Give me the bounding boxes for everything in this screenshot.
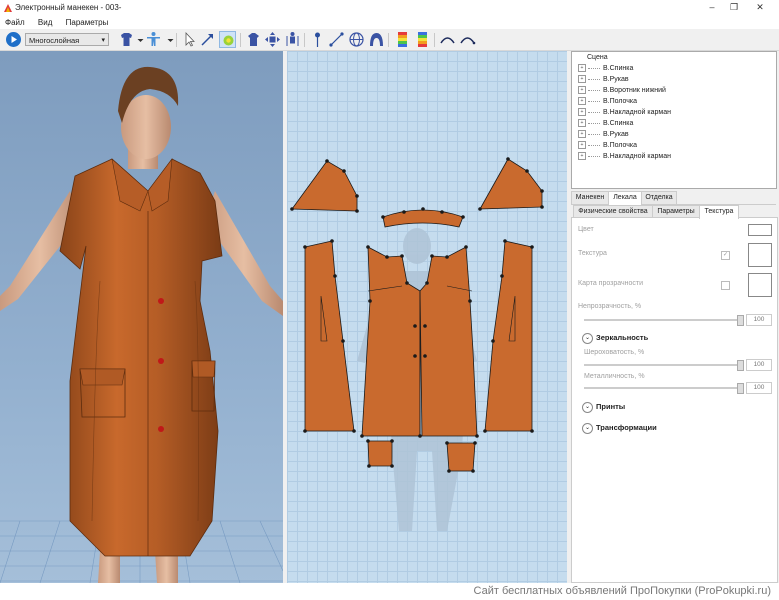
tree-item[interactable]: + В.Спинка xyxy=(578,63,633,74)
texture-label: Текстура xyxy=(578,250,607,257)
chevron-down-icon[interactable] xyxy=(132,31,144,48)
roughness-label: Шероховатость, % xyxy=(584,349,645,356)
expand-icon[interactable]: + xyxy=(578,75,586,84)
play-icon[interactable] xyxy=(5,31,22,48)
pattern-editor[interactable] xyxy=(287,51,567,583)
metallic-slider-thumb[interactable] xyxy=(737,383,744,394)
color-bar-2-icon[interactable] xyxy=(414,31,431,48)
chevron-down-icon: ⌄ xyxy=(582,422,593,434)
pattern-pieces xyxy=(291,158,543,472)
figure-icon[interactable] xyxy=(284,31,301,48)
mode-select[interactable]: Многослойная ▾ xyxy=(25,33,109,46)
opacity-value[interactable]: 100 xyxy=(746,314,772,326)
roughness-slider-thumb[interactable] xyxy=(737,360,744,371)
opacity-slider-thumb[interactable] xyxy=(737,315,744,326)
tree-item[interactable]: + В.Рукав xyxy=(578,129,629,140)
expand-icon[interactable]: + xyxy=(578,141,586,150)
opacity-slider[interactable] xyxy=(584,319,739,321)
tab-finishing[interactable]: Отделка xyxy=(641,191,677,204)
garment-front-icon[interactable] xyxy=(245,31,262,48)
opacity-label: Непрозрачность, % xyxy=(578,303,642,310)
pin-icon[interactable] xyxy=(309,31,326,48)
color-bar-icon[interactable] xyxy=(394,31,411,48)
tree-item[interactable]: + В.Накладной карман xyxy=(578,151,671,162)
arc-left-icon[interactable] xyxy=(439,31,456,48)
color-swatch[interactable] xyxy=(748,224,772,236)
title-bar: Электронный манекен - 003- – ❐ ✕ xyxy=(0,0,779,17)
tree-item[interactable]: + В.Полочка xyxy=(578,140,637,151)
expand-icon[interactable]: + xyxy=(578,108,586,117)
menu-file[interactable]: Файл xyxy=(5,16,25,29)
menu-bar: Файл Вид Параметры xyxy=(0,16,779,29)
expand-icon[interactable]: + xyxy=(578,119,586,128)
arc-right-icon[interactable] xyxy=(459,31,476,48)
tree-item[interactable]: + В.Накладной карман xyxy=(578,107,671,118)
tree-item[interactable]: + В.Воротник нижний xyxy=(578,85,666,96)
tab-texture[interactable]: Текстура xyxy=(699,205,739,219)
close-icon[interactable]: ✕ xyxy=(752,2,768,14)
chevron-down-icon[interactable] xyxy=(162,31,174,48)
arrow-tool-icon[interactable] xyxy=(199,31,216,48)
menu-view[interactable]: Вид xyxy=(38,16,52,29)
metallic-slider[interactable] xyxy=(584,387,739,389)
gear-flower-icon[interactable] xyxy=(219,31,236,48)
chevron-down-icon: ⌄ xyxy=(582,401,593,413)
toolbar-separator xyxy=(388,33,389,47)
color-label: Цвет xyxy=(578,226,594,233)
texture-preview[interactable] xyxy=(748,243,772,267)
maximize-icon[interactable]: ❐ xyxy=(726,2,742,14)
garment-move-icon[interactable] xyxy=(264,31,281,48)
transparency-map-preview[interactable] xyxy=(748,273,772,297)
expand-icon[interactable]: + xyxy=(578,152,586,161)
toolbar-separator xyxy=(240,33,241,47)
chevron-down-icon: ⌄ xyxy=(582,332,593,344)
transparency-map-checkbox[interactable] xyxy=(721,281,730,290)
mode-select-value: Многослойная xyxy=(29,36,80,45)
metallic-value[interactable]: 100 xyxy=(746,382,772,394)
toolbar-separator xyxy=(434,33,435,47)
sphere-icon[interactable] xyxy=(348,31,365,48)
roughness-value[interactable]: 100 xyxy=(746,359,772,371)
expand-icon[interactable]: + xyxy=(578,64,586,73)
scene-tree[interactable]: Сцена + В.Спинка + В.Рукав + В.Воротник ниж… xyxy=(571,51,777,189)
expand-icon[interactable]: + xyxy=(578,97,586,106)
properties-panel: Сцена + В.Спинка + В.Рукав + В.Воротник ниж… xyxy=(569,51,779,583)
chevron-down-icon: ▾ xyxy=(101,37,105,44)
transforms-section[interactable]: ⌄ Трансформации xyxy=(582,422,657,434)
toolbar-separator xyxy=(176,33,177,47)
app-icon xyxy=(4,4,12,12)
mannequin-icon[interactable] xyxy=(145,31,162,48)
prints-section[interactable]: ⌄ Принты xyxy=(582,401,625,413)
minimize-icon[interactable]: – xyxy=(704,2,720,14)
metallic-label: Металличность, % xyxy=(584,373,645,380)
footer: Сайт бесплатных объявлений ПроПокупки (P… xyxy=(0,583,779,600)
expand-icon[interactable]: + xyxy=(578,86,586,95)
tree-item[interactable]: + В.Полочка xyxy=(578,96,637,107)
expand-icon[interactable]: + xyxy=(578,130,586,139)
mirror-section[interactable]: ⌄ Зеркальность xyxy=(582,332,648,344)
viewport-3d[interactable] xyxy=(0,51,283,583)
toolbar: Многослойная ▾ xyxy=(0,29,779,51)
mannequin-render xyxy=(0,66,283,583)
measure-icon[interactable] xyxy=(328,31,345,48)
window-title: Электронный манекен - 003- xyxy=(15,3,122,12)
texture-checkbox[interactable]: ✓ xyxy=(721,251,730,260)
transparency-map-label: Карта прозрачности xyxy=(578,280,644,287)
main-tabs: Манекен Лекала Отделка xyxy=(571,191,776,205)
tree-item[interactable]: + В.Спинка xyxy=(578,118,633,129)
tab-mannequin[interactable]: Манекен xyxy=(571,191,609,204)
cursor-icon[interactable] xyxy=(181,31,198,48)
roughness-slider[interactable] xyxy=(584,364,739,366)
tree-item[interactable]: + В.Рукав xyxy=(578,74,629,85)
tab-patterns[interactable]: Лекала xyxy=(608,191,642,205)
toolbar-separator xyxy=(304,33,305,47)
watermark: Сайт бесплатных объявлений ПроПокупки (P… xyxy=(473,585,771,597)
pattern-canvas xyxy=(290,157,544,531)
hood-icon[interactable] xyxy=(368,31,385,48)
menu-params[interactable]: Параметры xyxy=(66,16,109,29)
tree-root[interactable]: Сцена xyxy=(587,54,608,61)
texture-panel: Цвет Текстура ✓ Карта прозрачности Непро… xyxy=(571,217,778,583)
